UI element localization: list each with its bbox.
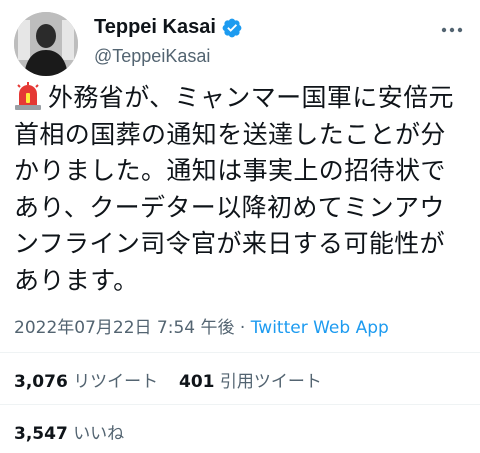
more-options-icon[interactable] (438, 18, 466, 42)
divider (0, 352, 480, 353)
avatar[interactable] (14, 12, 78, 76)
rotating-light-icon (15, 82, 41, 110)
likes-link[interactable]: 3,547 いいね (14, 419, 124, 444)
meta-separator: · (239, 318, 246, 338)
verified-badge-icon (222, 18, 242, 37)
tweet-header: Teppei Kasai @TeppeiKasai (14, 12, 466, 76)
tweet-stats: 3,076 リツイート 401 引用ツイート (14, 367, 322, 392)
divider (0, 404, 480, 405)
tweet-text: 外務省が、ミャンマー国軍に安倍元首相の国葬の通知を送達したことが分かりました。通… (14, 80, 470, 299)
like-count: 3,547 (14, 424, 68, 444)
user-handle[interactable]: @TeppeiKasai (94, 46, 210, 67)
like-label: いいね (73, 424, 125, 444)
profile-photo (14, 12, 78, 76)
quotes-link[interactable]: 401 引用ツイート (179, 372, 322, 392)
tweet-body: 外務省が、ミャンマー国軍に安倍元首相の国葬の通知を送達したことが分かりました。通… (14, 83, 454, 295)
retweets-link[interactable]: 3,076 リツイート (14, 372, 164, 392)
tweet-timestamp[interactable]: 2022年07月22日 7:54 午後 (14, 318, 235, 338)
tweet-metadata: 2022年07月22日 7:54 午後 · Twitter Web App (14, 313, 389, 338)
retweet-label: リツイート (73, 372, 159, 392)
display-name[interactable]: Teppei Kasai (94, 16, 216, 39)
retweet-count: 3,076 (14, 372, 68, 392)
quote-label: 引用ツイート (219, 372, 322, 392)
quote-count: 401 (179, 372, 215, 392)
tweet-source[interactable]: Twitter Web App (251, 318, 389, 338)
